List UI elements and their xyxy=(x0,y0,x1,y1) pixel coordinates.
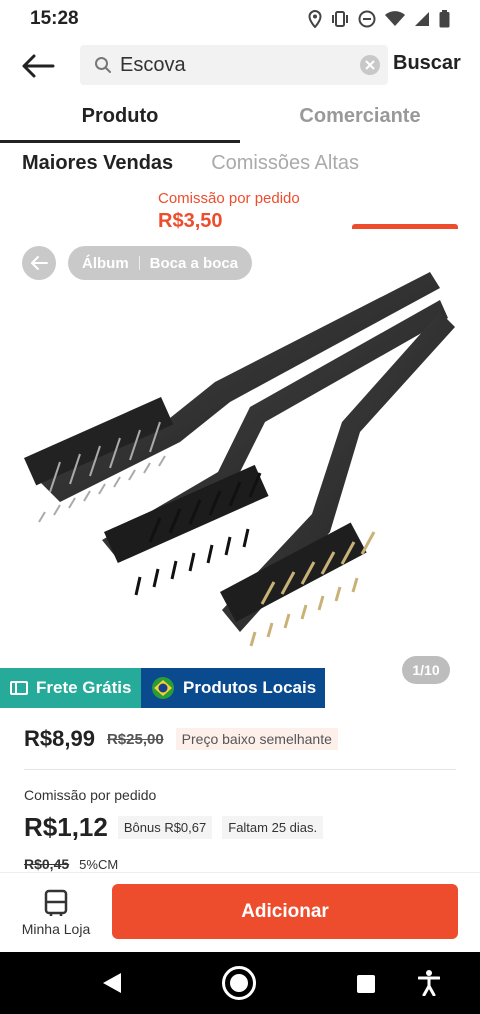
product-image[interactable] xyxy=(0,232,480,668)
gallery-back-button[interactable] xyxy=(22,246,56,280)
dnd-icon xyxy=(358,10,376,28)
search-icon xyxy=(95,57,111,73)
gallery-pill: Álbum Boca a boca xyxy=(68,246,253,280)
tab-bar: Produto Comerciante xyxy=(0,95,480,143)
product-badges: Frete Grátis Produtos Locais xyxy=(0,668,325,708)
accessibility-icon[interactable] xyxy=(418,970,440,996)
search-input[interactable]: Escova xyxy=(80,45,388,85)
wifi-icon xyxy=(385,11,405,26)
arrow-left-icon xyxy=(31,256,48,270)
free-shipping-label: Frete Grátis xyxy=(36,678,132,697)
album-link[interactable]: Álbum xyxy=(82,255,129,272)
bottom-action-bar: Minha Loja Adicionar xyxy=(0,872,480,952)
pill-separator xyxy=(138,256,140,270)
vibrate-icon xyxy=(332,11,348,27)
system-nav-bar xyxy=(0,952,480,1014)
search-row: Escova Buscar xyxy=(0,42,480,88)
price-row: R$8,99 R$25,00 Preço baixo semelhante xyxy=(24,726,338,752)
close-icon xyxy=(365,60,375,70)
brazil-flag-icon xyxy=(152,677,174,699)
original-price: R$25,00 xyxy=(106,730,164,748)
status-bar: 15:28 xyxy=(0,0,480,38)
search-query: Escova xyxy=(120,53,186,76)
commission-label: Comissão por pedido xyxy=(24,787,157,803)
commission-details: R$0,45 5%CM xyxy=(24,856,118,872)
tab-comerciante[interactable]: Comerciante xyxy=(240,95,480,143)
commission-row: R$1,12 Bônus R$0,67 Faltam 25 dias. xyxy=(24,812,324,843)
current-price: R$8,99 xyxy=(24,726,95,751)
status-icons xyxy=(308,10,450,28)
sort-best-sellers[interactable]: Maiores Vendas xyxy=(22,152,173,175)
commission-value: R$1,12 xyxy=(24,812,108,842)
commission-remaining: Faltam 25 dias. xyxy=(222,816,324,839)
nav-recents-icon[interactable] xyxy=(357,975,375,993)
local-products-badge: Produtos Locais xyxy=(141,668,325,708)
status-time: 15:28 xyxy=(30,8,79,29)
nav-back-icon[interactable] xyxy=(102,972,122,994)
add-button[interactable]: Adicionar xyxy=(112,884,458,939)
nav-home-button[interactable] xyxy=(222,966,256,1000)
peek-add-button xyxy=(352,224,458,229)
image-counter: 1/10 xyxy=(402,656,450,684)
free-shipping-badge: Frete Grátis xyxy=(0,668,141,708)
arrow-left-icon xyxy=(22,54,55,78)
home-icon xyxy=(230,974,248,992)
divider xyxy=(24,769,456,770)
sort-high-commission[interactable]: Comissões Altas xyxy=(211,152,359,175)
store-icon xyxy=(44,889,68,916)
clear-search-button[interactable] xyxy=(360,55,380,75)
ticket-icon xyxy=(10,681,28,695)
commission-percent: 5%CM xyxy=(79,856,119,872)
my-store-label: Minha Loja xyxy=(21,921,91,937)
battery-icon xyxy=(439,10,450,28)
sort-options: Maiores Vendas Comissões Altas xyxy=(22,152,359,175)
peek-commission-label: Comissão por pedido xyxy=(158,190,300,207)
commission-old-value: R$0,45 xyxy=(24,856,70,872)
search-submit-button[interactable]: Buscar xyxy=(393,52,461,75)
tab-produto[interactable]: Produto xyxy=(0,95,240,143)
local-products-label: Produtos Locais xyxy=(183,678,317,697)
price-tag: Preço baixo semelhante xyxy=(175,728,338,750)
back-button[interactable] xyxy=(18,46,58,86)
my-store-button[interactable]: Minha Loja xyxy=(18,885,94,941)
signal-icon xyxy=(415,12,429,26)
location-icon xyxy=(308,10,322,28)
reviews-link[interactable]: Boca a boca xyxy=(150,255,238,272)
commission-bonus: Bônus R$0,67 xyxy=(117,816,213,839)
wire-brush-illustration xyxy=(24,272,455,647)
peek-commission-value: R$3,50 xyxy=(158,210,223,230)
